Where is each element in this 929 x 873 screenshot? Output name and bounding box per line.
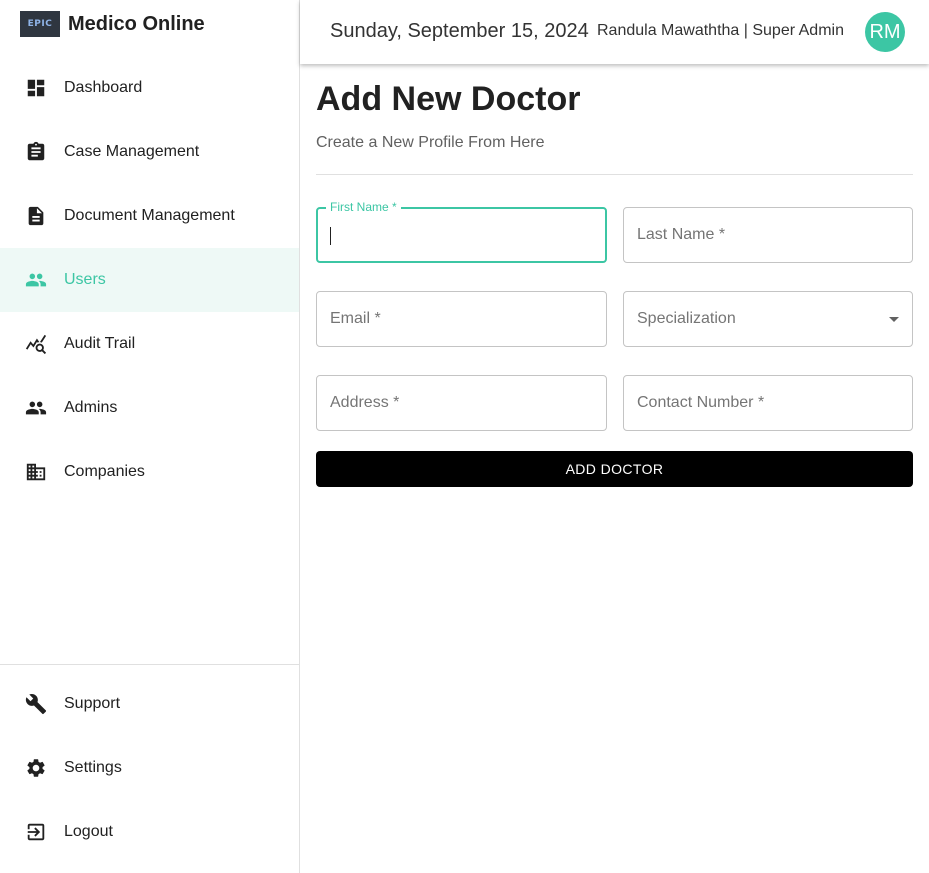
chevron-down-icon bbox=[889, 317, 899, 322]
sidebar-item-support[interactable]: Support bbox=[0, 672, 299, 736]
sidebar: EPIC Medico Online Dashboard Case Manage… bbox=[0, 0, 300, 873]
header-user-info: Randula Mawaththa | Super Admin bbox=[597, 22, 844, 39]
sidebar-item-label: Users bbox=[64, 271, 106, 288]
email-placeholder: Email * bbox=[330, 310, 381, 327]
brand[interactable]: EPIC Medico Online bbox=[20, 11, 205, 37]
text-cursor bbox=[330, 227, 331, 245]
brand-logo-text: EPIC bbox=[27, 19, 53, 29]
dashboard-icon bbox=[24, 76, 48, 100]
gear-icon bbox=[24, 756, 48, 780]
brand-name: Medico Online bbox=[68, 12, 205, 35]
page-title: Add New Doctor bbox=[316, 80, 581, 118]
sidebar-nav: Dashboard Case Management Document Manag… bbox=[0, 56, 299, 504]
sidebar-item-label: Settings bbox=[64, 759, 122, 776]
sidebar-item-label: Audit Trail bbox=[64, 335, 136, 352]
specialization-select[interactable]: Specialization bbox=[623, 291, 913, 347]
page-subtitle: Create a New Profile From Here bbox=[316, 134, 545, 151]
sidebar-item-label: Companies bbox=[64, 463, 145, 480]
add-doctor-button[interactable]: ADD DOCTOR bbox=[316, 451, 913, 487]
email-field[interactable]: Email * bbox=[316, 291, 607, 347]
sidebar-item-label: Document Management bbox=[64, 207, 235, 224]
wrench-icon bbox=[24, 692, 48, 716]
users-icon bbox=[24, 268, 48, 292]
sidebar-item-label: Support bbox=[64, 695, 121, 712]
sidebar-item-case-management[interactable]: Case Management bbox=[0, 120, 299, 184]
admins-icon bbox=[24, 396, 48, 420]
sidebar-item-label: Dashboard bbox=[64, 79, 143, 96]
first-name-label: First Name * bbox=[326, 200, 401, 214]
sidebar-bottom-nav: Support Settings Logout bbox=[0, 672, 299, 864]
divider bbox=[316, 174, 913, 175]
clipboard-icon bbox=[24, 140, 48, 164]
top-header: Sunday, September 15, 2024 Randula Mawat… bbox=[300, 0, 929, 64]
specialization-placeholder: Specialization bbox=[637, 310, 736, 327]
sidebar-item-admins[interactable]: Admins bbox=[0, 376, 299, 440]
sidebar-item-audit-trail[interactable]: Audit Trail bbox=[0, 312, 299, 376]
audit-search-icon bbox=[24, 332, 48, 356]
sidebar-item-users[interactable]: Users bbox=[0, 248, 299, 312]
last-name-placeholder: Last Name * bbox=[637, 226, 726, 243]
sidebar-item-document-management[interactable]: Document Management bbox=[0, 184, 299, 248]
first-name-field[interactable]: First Name * bbox=[316, 200, 607, 263]
avatar[interactable]: RM bbox=[865, 12, 905, 52]
sidebar-item-dashboard[interactable]: Dashboard bbox=[0, 56, 299, 120]
logout-icon bbox=[24, 820, 48, 844]
brand-logo: EPIC bbox=[20, 11, 60, 37]
sidebar-divider bbox=[0, 664, 299, 665]
sidebar-item-companies[interactable]: Companies bbox=[0, 440, 299, 504]
sidebar-item-label: Case Management bbox=[64, 143, 200, 160]
address-field[interactable]: Address * bbox=[316, 375, 607, 431]
contact-number-placeholder: Contact Number * bbox=[637, 394, 765, 411]
sidebar-item-label: Logout bbox=[64, 823, 113, 840]
header-date: Sunday, September 15, 2024 bbox=[330, 20, 589, 42]
document-icon bbox=[24, 204, 48, 228]
sidebar-item-label: Admins bbox=[64, 399, 118, 416]
last-name-field[interactable]: Last Name * bbox=[623, 207, 913, 263]
contact-number-field[interactable]: Contact Number * bbox=[623, 375, 913, 431]
sidebar-item-settings[interactable]: Settings bbox=[0, 736, 299, 800]
companies-icon bbox=[24, 460, 48, 484]
address-placeholder: Address * bbox=[330, 394, 400, 411]
sidebar-item-logout[interactable]: Logout bbox=[0, 800, 299, 864]
